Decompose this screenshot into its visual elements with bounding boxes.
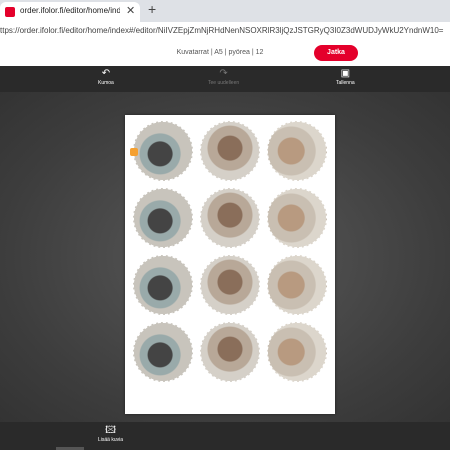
browser-tab[interactable]: order.ifolor.fi/editor/home/index ✕ [0,2,140,22]
sticker-photo[interactable] [133,322,193,382]
sticker-photo[interactable] [267,255,327,315]
app-header: Kuvatarrat | A5 | pyörea | 12 [0,40,450,66]
redo-icon: ↷ [219,68,228,79]
bottom-bar: 🖾 Lisää kuvia [0,422,450,450]
ifolor-favicon-icon [5,7,15,17]
sticker-sheet [125,115,335,414]
save-icon: ▣ [340,68,351,79]
sticker-photo[interactable] [133,255,193,315]
sticker-photo[interactable] [267,188,327,248]
sticker-photo[interactable] [133,121,193,181]
browser-tab-strip: order.ifolor.fi/editor/home/index ✕ + [0,0,450,22]
redo-label: Tee uudelleen [208,80,240,86]
add-images-button[interactable]: 🖾 Lisää kuvia [98,425,123,443]
image-icon: 🖾 [105,425,116,436]
address-bar[interactable]: ttps://order.ifolor.fi/editor/home/index… [0,22,450,41]
undo-label: Kumoa [98,80,114,86]
undo-icon: ↶ [101,68,111,79]
sticker-photo[interactable] [200,121,260,181]
low-resolution-warning-icon[interactable] [130,148,138,156]
sticker-photo[interactable] [267,121,327,181]
add-images-label: Lisää kuvia [98,437,124,443]
tab-title: order.ifolor.fi/editor/home/index [20,6,120,15]
continue-button[interactable]: Jatka [314,45,358,61]
sticker-photo[interactable] [133,188,193,248]
undo-button[interactable]: ↶ Kumoa [98,68,114,86]
close-tab-icon[interactable]: ✕ [126,4,135,17]
editor-toolbar: ↶ Kumoa ↷ Tee uudelleen ▣ Tallenna [0,66,450,92]
new-tab-button[interactable]: + [148,1,156,17]
url-text[interactable]: ttps://order.ifolor.fi/editor/home/index… [0,26,450,35]
sticker-photo[interactable] [200,188,260,248]
product-info: Kuvatarrat | A5 | pyörea | 12 [176,49,264,56]
sticker-photo[interactable] [267,322,327,382]
sticker-photo[interactable] [200,255,260,315]
save-button[interactable]: ▣ Tallenna [336,68,355,86]
redo-button[interactable]: ↷ Tee uudelleen [208,68,239,86]
sticker-photo[interactable] [200,322,260,382]
save-label: Tallenna [336,80,355,86]
